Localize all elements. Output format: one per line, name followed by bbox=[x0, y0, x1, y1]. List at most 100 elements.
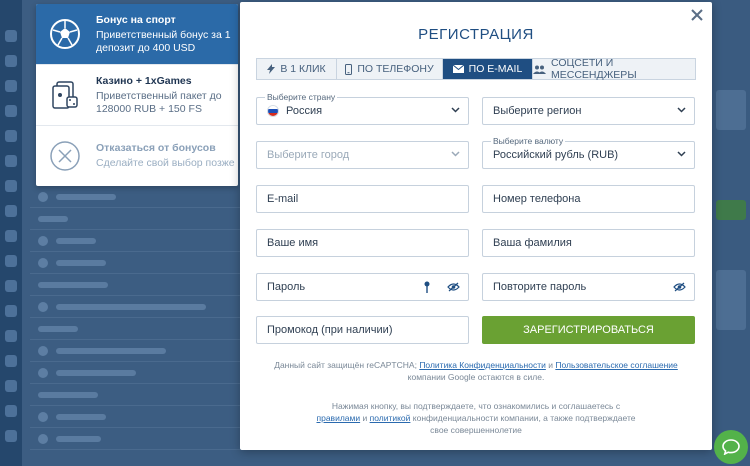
bg-icon bbox=[5, 280, 17, 292]
tab-one-click[interactable]: В 1 КЛИК bbox=[257, 59, 337, 79]
bg-icon bbox=[5, 155, 17, 167]
bg-icon bbox=[5, 355, 17, 367]
password-repeat-placeholder: Повторите пароль bbox=[493, 281, 587, 293]
tab-phone[interactable]: ПО ТЕЛЕФОНУ bbox=[337, 59, 443, 79]
user-agreement-link[interactable]: Пользовательское соглашение bbox=[555, 360, 677, 370]
region-select[interactable]: Выберите регион bbox=[482, 97, 695, 125]
consent-notice: Нажимая кнопку, вы подтверждаете, что оз… bbox=[256, 400, 696, 436]
password-field[interactable]: Пароль bbox=[256, 273, 469, 301]
bg-icon bbox=[5, 255, 17, 267]
football-icon bbox=[48, 17, 82, 51]
bg-row bbox=[30, 208, 240, 230]
close-button[interactable] bbox=[688, 6, 706, 24]
register-button[interactable]: ЗАРЕГИСТРИРОВАТЬСЯ bbox=[482, 316, 695, 344]
region-placeholder: Выберите регион bbox=[493, 105, 582, 117]
bg-block bbox=[716, 270, 746, 330]
bg-icon bbox=[5, 305, 17, 317]
bg-row bbox=[30, 384, 240, 406]
bg-icon bbox=[5, 130, 17, 142]
lightning-icon bbox=[267, 64, 276, 74]
recaptcha-notice: Данный сайт защищён reCAPTCHA; Политика … bbox=[256, 359, 696, 383]
chat-button[interactable] bbox=[714, 430, 748, 464]
bg-block bbox=[716, 90, 746, 130]
bonus-description: Сделайте свой выбор позже bbox=[96, 157, 235, 169]
bg-row bbox=[30, 318, 240, 340]
last-name-field[interactable]: Ваша фамилия bbox=[482, 229, 695, 257]
currency-select[interactable]: Выберите валюту Российский рубль (RUB) bbox=[482, 136, 695, 169]
email-field[interactable]: E-mail bbox=[256, 185, 469, 213]
bg-block bbox=[716, 200, 746, 220]
recaptcha-text: Данный сайт защищён reCAPTCHA; bbox=[274, 360, 417, 370]
bg-icon bbox=[5, 380, 17, 392]
city-select[interactable]: Выберите город bbox=[256, 141, 469, 169]
bg-icon bbox=[5, 55, 17, 67]
chevron-down-icon bbox=[677, 151, 686, 157]
chevron-down-icon bbox=[677, 107, 686, 113]
bg-row bbox=[30, 428, 240, 450]
bg-icon bbox=[5, 30, 17, 42]
bonus-casino-option[interactable]: Казино + 1xGames Приветственный пакет до… bbox=[36, 65, 238, 126]
phone-placeholder: Номер телефона bbox=[493, 193, 581, 205]
tab-social[interactable]: СОЦСЕТИ И МЕССЕНДЖЕРЫ bbox=[533, 57, 695, 81]
bonus-sport-option[interactable]: Бонус на спорт Приветственный бонус за 1… bbox=[36, 4, 238, 65]
city-placeholder: Выберите город bbox=[267, 149, 350, 161]
tab-label: СОЦСЕТИ И МЕССЕНДЖЕРЫ bbox=[551, 57, 637, 81]
country-select[interactable]: Выберите страну Россия bbox=[256, 92, 469, 125]
recaptcha-text: и bbox=[548, 360, 553, 370]
last-name-placeholder: Ваша фамилия bbox=[493, 237, 572, 249]
currency-value: Российский рубль (RUB) bbox=[493, 149, 619, 161]
phone-icon bbox=[345, 63, 353, 75]
key-icon[interactable] bbox=[424, 281, 430, 293]
phone-field[interactable]: Номер телефона bbox=[482, 185, 695, 213]
currency-label: Выберите валюту bbox=[491, 136, 566, 146]
country-value: Россия bbox=[286, 105, 323, 117]
bg-row bbox=[30, 296, 240, 318]
promo-code-field[interactable]: Промокод (при наличии) bbox=[256, 316, 469, 344]
bg-row bbox=[30, 252, 240, 274]
bg-icon bbox=[5, 330, 17, 342]
bg-icon bbox=[5, 405, 17, 417]
chevron-down-icon bbox=[451, 107, 460, 113]
bg-row bbox=[30, 406, 240, 428]
rules-link[interactable]: правилами bbox=[317, 413, 361, 423]
bonus-panel: Бонус на спорт Приветственный бонус за 1… bbox=[36, 4, 238, 186]
bonus-decline-option[interactable]: Отказаться от бонусов Сделайте свой выбо… bbox=[36, 126, 238, 186]
bonus-title: Бонус на спорт bbox=[96, 13, 176, 26]
privacy-policy-link[interactable]: Политика Конфиденциальности bbox=[419, 360, 546, 370]
password-repeat-field[interactable]: Повторите пароль bbox=[482, 273, 695, 301]
consent-text: и bbox=[362, 413, 368, 423]
bg-icon bbox=[5, 430, 17, 442]
tab-label: ПО ТЕЛЕФОНУ bbox=[357, 63, 434, 75]
bg-row bbox=[30, 274, 240, 296]
bg-row bbox=[30, 230, 240, 252]
bonus-description: Приветственный бонус за 1 депозит до 400… bbox=[96, 28, 231, 54]
close-circle-icon bbox=[48, 139, 82, 173]
promo-placeholder: Промокод (при наличии) bbox=[267, 324, 393, 336]
background-rows bbox=[30, 186, 240, 450]
bonus-description: Приветственный пакет до 128000 RUB + 150… bbox=[96, 89, 222, 115]
bg-icon bbox=[5, 80, 17, 92]
policy-link[interactable]: политикой bbox=[370, 413, 411, 423]
password-placeholder: Пароль bbox=[267, 281, 306, 293]
registration-tabs: В 1 КЛИК ПО ТЕЛЕФОНУ ПО E-MAIL СОЦСЕТИ И… bbox=[256, 57, 696, 81]
background-sidebar bbox=[0, 0, 22, 466]
bg-icon bbox=[5, 230, 17, 242]
cards-dice-icon bbox=[48, 78, 82, 112]
eye-slash-icon[interactable] bbox=[673, 282, 686, 292]
envelope-icon bbox=[452, 65, 464, 73]
email-placeholder: E-mail bbox=[267, 193, 299, 205]
tab-email[interactable]: ПО E-MAIL bbox=[443, 59, 533, 79]
bg-icon bbox=[5, 180, 17, 192]
first-name-field[interactable]: Ваше имя bbox=[256, 229, 469, 257]
chat-bubble-icon bbox=[722, 439, 740, 455]
tab-label: В 1 КЛИК bbox=[280, 63, 326, 75]
tab-label: ПО E-MAIL bbox=[468, 63, 523, 75]
consent-text: конфиденциальности компании, а также под… bbox=[412, 413, 636, 435]
eye-slash-icon[interactable] bbox=[447, 282, 460, 292]
consent-text: Нажимая кнопку, вы подтверждаете, что оз… bbox=[331, 401, 621, 411]
bg-row bbox=[30, 340, 240, 362]
bg-row bbox=[30, 362, 240, 384]
russia-flag-icon bbox=[267, 105, 279, 117]
first-name-placeholder: Ваше имя bbox=[267, 237, 319, 249]
close-icon bbox=[691, 9, 703, 21]
